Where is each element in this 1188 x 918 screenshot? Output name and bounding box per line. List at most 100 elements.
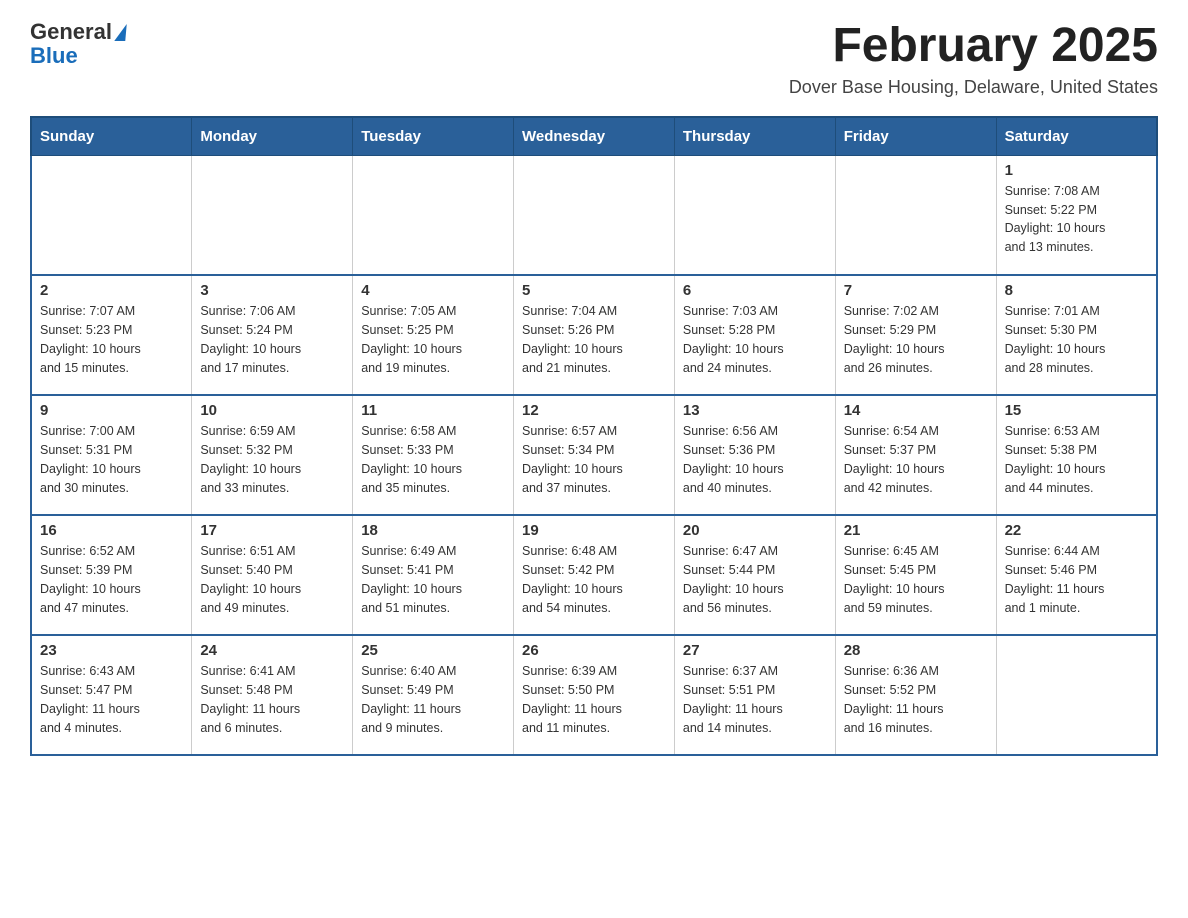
- day-number: 18: [361, 522, 505, 539]
- calendar-cell: 3 Sunrise: 7:06 AM Sunset: 5:24 PM Daylig…: [192, 275, 353, 395]
- day-number: 4: [361, 282, 505, 299]
- day-info: Sunrise: 6:57 AM Sunset: 5:34 PM Dayligh…: [522, 422, 666, 497]
- calendar-table: SundayMondayTuesdayWednesdayThursdayFrid…: [30, 116, 1158, 757]
- calendar-cell: 18Sunrise: 6:49 AM Sunset: 5:41 PM Dayli…: [353, 515, 514, 635]
- day-number: 9: [40, 402, 183, 419]
- calendar-cell: 12 Sunrise: 6:57 AM Sunset: 5:34 PM Dayli…: [514, 395, 675, 515]
- day-info: Sunrise: 6:40 AM Sunset: 5:49 PM Dayligh…: [361, 662, 505, 737]
- calendar-week-5: 23 Sunrise: 6:43 AM Sunset: 5:47 PM Dayli…: [31, 635, 1157, 755]
- calendar-cell: [835, 155, 996, 275]
- calendar-cell: 5Sunrise: 7:04 AM Sunset: 5:26 PM Daylig…: [514, 275, 675, 395]
- calendar-cell: [514, 155, 675, 275]
- calendar-cell: 27 Sunrise: 6:37 AM Sunset: 5:51 PM Dayli…: [674, 635, 835, 755]
- logo-triangle-icon: [114, 24, 126, 41]
- calendar-cell: 7 Sunrise: 7:02 AM Sunset: 5:29 PM Daylig…: [835, 275, 996, 395]
- calendar-cell: 16Sunrise: 6:52 AM Sunset: 5:39 PM Dayli…: [31, 515, 192, 635]
- calendar-cell: [996, 635, 1157, 755]
- day-number: 20: [683, 522, 827, 539]
- day-number: 27: [683, 642, 827, 659]
- day-info: Sunrise: 6:36 AM Sunset: 5:52 PM Dayligh…: [844, 662, 988, 737]
- day-info: Sunrise: 7:00 AM Sunset: 5:31 PM Dayligh…: [40, 422, 183, 497]
- day-info: Sunrise: 6:53 AM Sunset: 5:38 PM Dayligh…: [1005, 422, 1148, 497]
- day-info: Sunrise: 6:44 AM Sunset: 5:46 PM Dayligh…: [1005, 542, 1148, 617]
- calendar-week-4: 16Sunrise: 6:52 AM Sunset: 5:39 PM Dayli…: [31, 515, 1157, 635]
- day-info: Sunrise: 6:43 AM Sunset: 5:47 PM Dayligh…: [40, 662, 183, 737]
- page-header: General Blue February 2025 Dover Base Ho…: [30, 20, 1158, 98]
- header-day-thursday: Thursday: [674, 117, 835, 156]
- calendar-cell: 1 Sunrise: 7:08 AM Sunset: 5:22 PM Daylig…: [996, 155, 1157, 275]
- day-info: Sunrise: 6:45 AM Sunset: 5:45 PM Dayligh…: [844, 542, 988, 617]
- calendar-cell: 10 Sunrise: 6:59 AM Sunset: 5:32 PM Dayli…: [192, 395, 353, 515]
- day-number: 13: [683, 402, 827, 419]
- day-number: 17: [200, 522, 344, 539]
- day-number: 26: [522, 642, 666, 659]
- day-info: Sunrise: 7:03 AM Sunset: 5:28 PM Dayligh…: [683, 302, 827, 377]
- logo-general-text: General: [30, 20, 112, 44]
- calendar-cell: 21Sunrise: 6:45 AM Sunset: 5:45 PM Dayli…: [835, 515, 996, 635]
- calendar-week-2: 2 Sunrise: 7:07 AM Sunset: 5:23 PM Daylig…: [31, 275, 1157, 395]
- day-info: Sunrise: 6:54 AM Sunset: 5:37 PM Dayligh…: [844, 422, 988, 497]
- calendar-body: 1 Sunrise: 7:08 AM Sunset: 5:22 PM Daylig…: [31, 155, 1157, 755]
- day-number: 2: [40, 282, 183, 299]
- calendar-cell: 15 Sunrise: 6:53 AM Sunset: 5:38 PM Dayli…: [996, 395, 1157, 515]
- day-info: Sunrise: 7:01 AM Sunset: 5:30 PM Dayligh…: [1005, 302, 1148, 377]
- day-number: 7: [844, 282, 988, 299]
- calendar-cell: 22 Sunrise: 6:44 AM Sunset: 5:46 PM Dayli…: [996, 515, 1157, 635]
- calendar-cell: 14 Sunrise: 6:54 AM Sunset: 5:37 PM Dayli…: [835, 395, 996, 515]
- day-info: Sunrise: 7:08 AM Sunset: 5:22 PM Dayligh…: [1005, 182, 1148, 257]
- calendar-cell: 26 Sunrise: 6:39 AM Sunset: 5:50 PM Dayli…: [514, 635, 675, 755]
- calendar-header: SundayMondayTuesdayWednesdayThursdayFrid…: [31, 117, 1157, 156]
- day-number: 24: [200, 642, 344, 659]
- header-day-friday: Friday: [835, 117, 996, 156]
- header-day-tuesday: Tuesday: [353, 117, 514, 156]
- day-number: 22: [1005, 522, 1148, 539]
- day-number: 8: [1005, 282, 1148, 299]
- calendar-cell: 13 Sunrise: 6:56 AM Sunset: 5:36 PM Dayli…: [674, 395, 835, 515]
- header-day-sunday: Sunday: [31, 117, 192, 156]
- day-number: 28: [844, 642, 988, 659]
- day-number: 6: [683, 282, 827, 299]
- day-number: 11: [361, 402, 505, 419]
- calendar-cell: [192, 155, 353, 275]
- logo-blue-text: Blue: [30, 44, 78, 68]
- calendar-cell: 9 Sunrise: 7:00 AM Sunset: 5:31 PM Daylig…: [31, 395, 192, 515]
- calendar-cell: 11Sunrise: 6:58 AM Sunset: 5:33 PM Dayli…: [353, 395, 514, 515]
- calendar-cell: 23 Sunrise: 6:43 AM Sunset: 5:47 PM Dayli…: [31, 635, 192, 755]
- calendar-cell: 20 Sunrise: 6:47 AM Sunset: 5:44 PM Dayli…: [674, 515, 835, 635]
- calendar-cell: [674, 155, 835, 275]
- calendar-cell: 8 Sunrise: 7:01 AM Sunset: 5:30 PM Daylig…: [996, 275, 1157, 395]
- day-info: Sunrise: 6:51 AM Sunset: 5:40 PM Dayligh…: [200, 542, 344, 617]
- day-number: 16: [40, 522, 183, 539]
- day-number: 15: [1005, 402, 1148, 419]
- calendar-cell: 2 Sunrise: 7:07 AM Sunset: 5:23 PM Daylig…: [31, 275, 192, 395]
- header-row: SundayMondayTuesdayWednesdayThursdayFrid…: [31, 117, 1157, 156]
- day-info: Sunrise: 6:37 AM Sunset: 5:51 PM Dayligh…: [683, 662, 827, 737]
- day-number: 10: [200, 402, 344, 419]
- day-info: Sunrise: 7:06 AM Sunset: 5:24 PM Dayligh…: [200, 302, 344, 377]
- day-info: Sunrise: 6:56 AM Sunset: 5:36 PM Dayligh…: [683, 422, 827, 497]
- day-number: 12: [522, 402, 666, 419]
- day-info: Sunrise: 6:48 AM Sunset: 5:42 PM Dayligh…: [522, 542, 666, 617]
- calendar-cell: [31, 155, 192, 275]
- day-number: 19: [522, 522, 666, 539]
- day-info: Sunrise: 6:59 AM Sunset: 5:32 PM Dayligh…: [200, 422, 344, 497]
- day-number: 23: [40, 642, 183, 659]
- day-number: 14: [844, 402, 988, 419]
- day-number: 25: [361, 642, 505, 659]
- calendar-cell: 17 Sunrise: 6:51 AM Sunset: 5:40 PM Dayli…: [192, 515, 353, 635]
- day-info: Sunrise: 6:47 AM Sunset: 5:44 PM Dayligh…: [683, 542, 827, 617]
- header-day-saturday: Saturday: [996, 117, 1157, 156]
- calendar-cell: 28 Sunrise: 6:36 AM Sunset: 5:52 PM Dayli…: [835, 635, 996, 755]
- calendar-cell: 19 Sunrise: 6:48 AM Sunset: 5:42 PM Dayli…: [514, 515, 675, 635]
- day-info: Sunrise: 6:39 AM Sunset: 5:50 PM Dayligh…: [522, 662, 666, 737]
- day-info: Sunrise: 7:05 AM Sunset: 5:25 PM Dayligh…: [361, 302, 505, 377]
- calendar-week-1: 1 Sunrise: 7:08 AM Sunset: 5:22 PM Daylig…: [31, 155, 1157, 275]
- title-section: February 2025 Dover Base Housing, Delawa…: [789, 20, 1158, 98]
- header-day-wednesday: Wednesday: [514, 117, 675, 156]
- day-info: Sunrise: 7:07 AM Sunset: 5:23 PM Dayligh…: [40, 302, 183, 377]
- day-number: 1: [1005, 162, 1148, 179]
- day-info: Sunrise: 7:02 AM Sunset: 5:29 PM Dayligh…: [844, 302, 988, 377]
- day-number: 3: [200, 282, 344, 299]
- calendar-cell: 4 Sunrise: 7:05 AM Sunset: 5:25 PM Daylig…: [353, 275, 514, 395]
- calendar-cell: [353, 155, 514, 275]
